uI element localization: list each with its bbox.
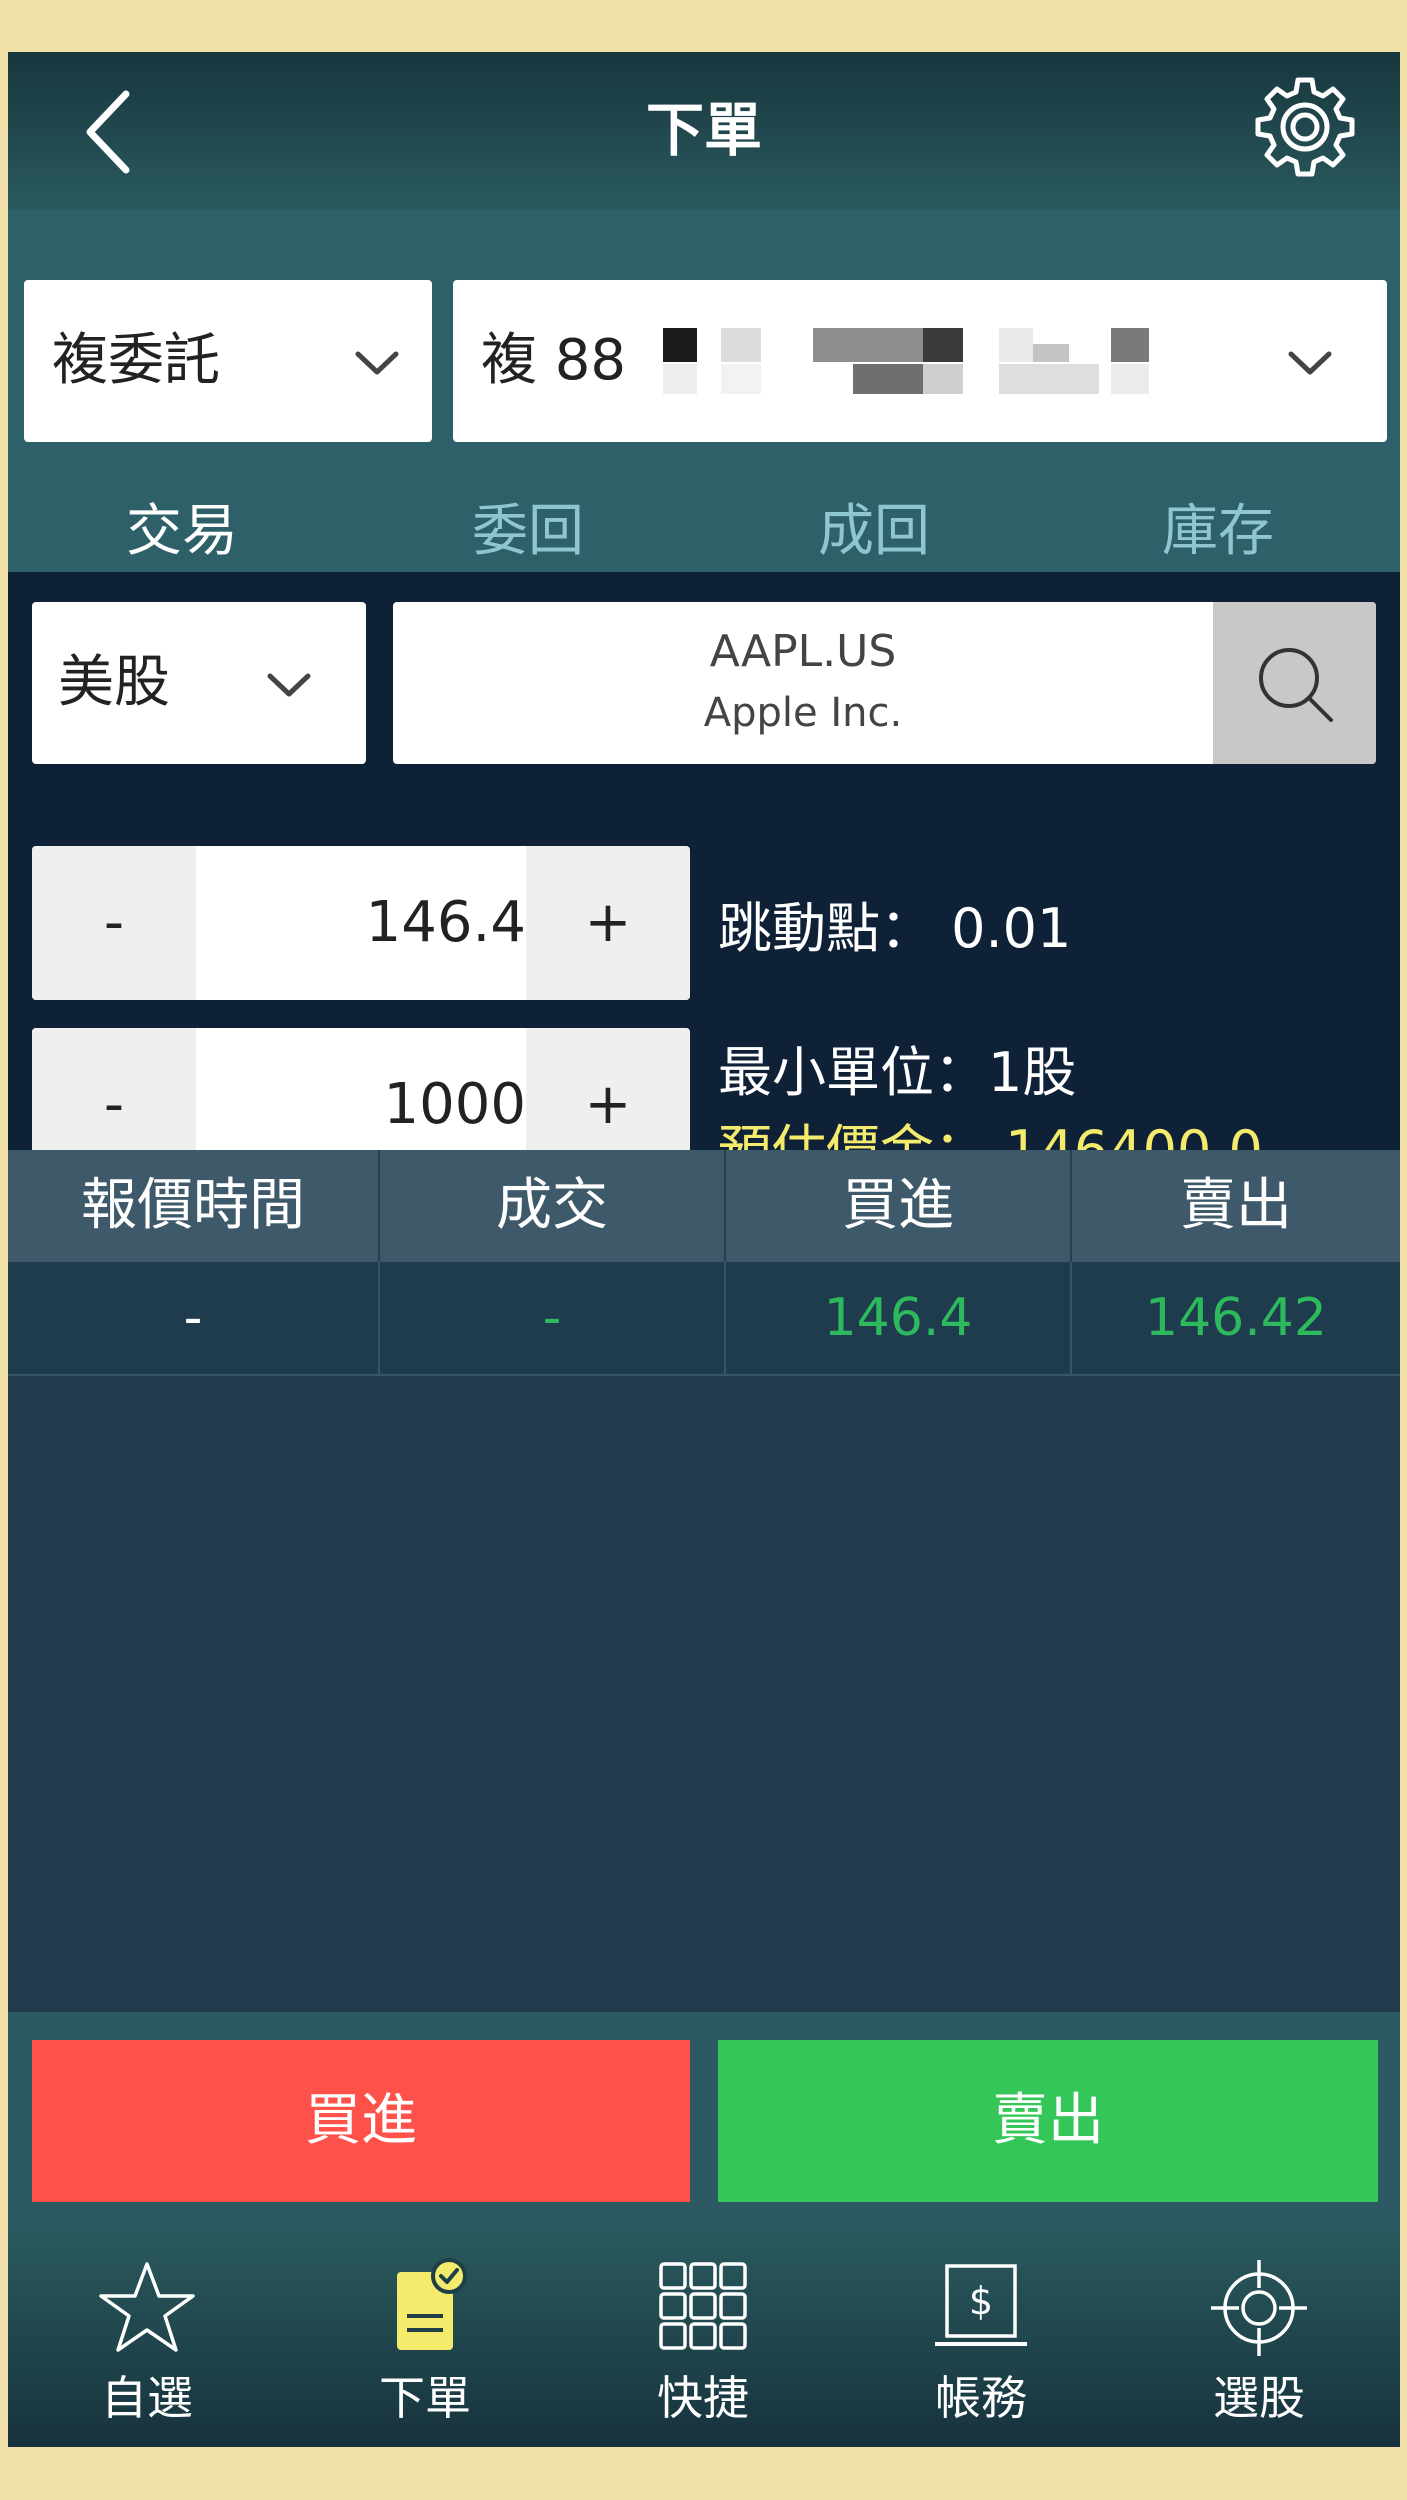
nav-label: 帳務 — [935, 2371, 1027, 2425]
nav-order[interactable]: 下單 — [286, 2228, 564, 2447]
app-frame: 下單 複委託 複 88 交易 委回 成回 庫存 美股 AAPL.US Apple… — [8, 52, 1400, 2447]
quote-last-value: - — [380, 1262, 726, 1376]
nav-account[interactable]: $ 帳務 — [842, 2228, 1120, 2447]
quote-bid-value[interactable]: 146.4 — [726, 1262, 1072, 1376]
min-unit-label: 最小單位：1股 — [718, 1041, 1077, 1104]
nav-label: 選股 — [1213, 2371, 1305, 2425]
nav-label: 下單 — [379, 2371, 471, 2425]
symbol-code: AAPL.US — [709, 626, 897, 677]
quote-time-value: - — [8, 1262, 380, 1376]
svg-text:$: $ — [969, 2279, 993, 2323]
quote-header-last: 成交 — [380, 1150, 726, 1262]
redaction-block — [663, 328, 697, 362]
redaction-block — [923, 364, 963, 394]
redaction-block — [999, 328, 1033, 362]
bottom-nav: 自選 下單 快捷 $ 帳務 選股 — [8, 2228, 1400, 2447]
account-number-label: 複 88 — [481, 328, 627, 393]
price-input[interactable]: 146.4 — [196, 846, 526, 1000]
tick-size-label: 跳動點： 0.01 — [718, 897, 1072, 960]
quote-header-bid: 買進 — [726, 1150, 1072, 1262]
star-icon — [99, 2262, 195, 2352]
nav-label: 自選 — [101, 2371, 193, 2425]
top-bar: 下單 — [8, 52, 1400, 210]
price-decrease-button[interactable]: - — [32, 846, 196, 1000]
redaction-block — [1111, 328, 1149, 362]
chevron-down-icon — [1288, 351, 1332, 375]
redaction-block — [999, 364, 1099, 394]
redaction-block — [721, 364, 761, 394]
market-select[interactable]: 美股 — [32, 602, 366, 764]
redaction-block — [813, 328, 923, 362]
chevron-down-icon — [267, 673, 311, 697]
redaction-block — [1111, 364, 1149, 394]
order-icon — [397, 2258, 467, 2350]
account-type-select[interactable]: 複委託 — [24, 280, 432, 442]
price-increase-button[interactable]: + — [526, 846, 690, 1000]
trade-panel: 美股 AAPL.US Apple Inc. - 146.4 + 跳動點： 0.0… — [8, 572, 1400, 1182]
symbol-input[interactable]: AAPL.US Apple Inc. — [393, 602, 1376, 764]
market-label: 美股 — [58, 650, 170, 715]
sell-button[interactable]: 賣出 — [718, 2040, 1378, 2202]
nav-watchlist[interactable]: 自選 — [8, 2228, 286, 2447]
symbol-name: Apple Inc. — [703, 690, 903, 736]
page-title: 下單 — [645, 96, 762, 164]
chevron-down-icon — [355, 351, 399, 375]
gear-icon[interactable] — [1250, 72, 1360, 182]
target-icon — [1211, 2260, 1307, 2356]
quote-header-ask: 賣出 — [1072, 1150, 1400, 1262]
ledger-icon: $ — [935, 2264, 1027, 2346]
grid-icon — [659, 2262, 747, 2350]
action-bar: 買進 賣出 — [8, 2012, 1400, 2228]
nav-label: 快捷 — [657, 2371, 749, 2425]
buy-button[interactable]: 買進 — [32, 2040, 690, 2202]
price-stepper: - 146.4 + — [32, 846, 690, 1000]
quote-header-time: 報價時間 — [8, 1150, 380, 1262]
search-button[interactable] — [1213, 602, 1376, 764]
quote-ask-value[interactable]: 146.42 — [1072, 1262, 1400, 1376]
redaction-block — [1033, 344, 1069, 362]
nav-stock-picker[interactable]: 選股 — [1120, 2228, 1398, 2447]
account-type-label: 複委託 — [52, 328, 220, 393]
redaction-block — [923, 328, 963, 362]
search-icon — [1259, 648, 1333, 722]
nav-shortcut[interactable]: 快捷 — [564, 2228, 842, 2447]
redaction-block — [853, 364, 923, 394]
redaction-block — [663, 364, 697, 394]
account-number-select[interactable]: 複 88 — [453, 280, 1387, 442]
redaction-block — [721, 328, 761, 362]
